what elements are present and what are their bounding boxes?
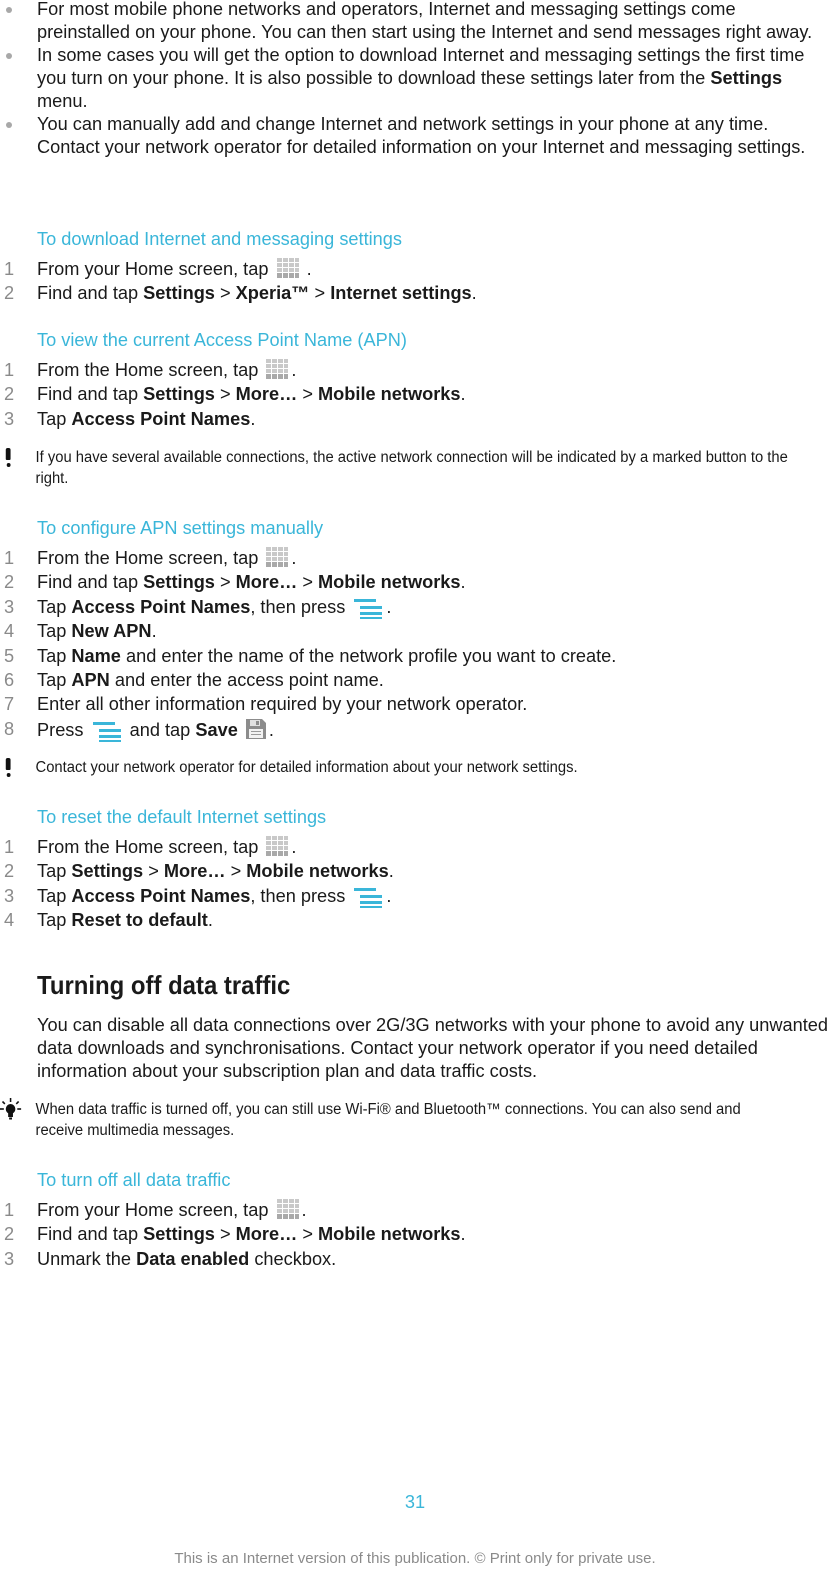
bullet-dot-icon	[6, 7, 12, 13]
step-item: 1 From the Home screen, tap .	[4, 835, 297, 857]
step-item: 5 Tap Name and enter the name of the netw…	[4, 645, 617, 666]
step-item: 6 Tap APN and enter the access point name…	[4, 670, 384, 691]
section-title: To download Internet and messaging setti…	[37, 229, 402, 249]
section-title: To reset the default Internet settings	[37, 807, 327, 827]
configure-apn-section: To configure APN settings manually 1 From…	[0, 516, 830, 742]
section-title: To turn off all data traffic	[37, 1170, 231, 1190]
step-item: 2 Tap Settings > More… > Mobile networks.	[4, 861, 394, 882]
menu-icon	[352, 886, 384, 908]
apps-grid-icon	[276, 257, 300, 279]
reset-settings-section: To reset the default Internet settings 1…	[0, 805, 830, 933]
bullet-item: You can manually add and change Internet…	[0, 113, 830, 159]
exclamation-icon	[5, 448, 12, 468]
apps-grid-icon	[265, 358, 289, 380]
exclamation-icon	[5, 758, 12, 778]
menu-icon	[91, 720, 123, 742]
step-item: 3 Tap Access Point Names, then press .	[4, 885, 392, 908]
step-item: 1 From the Home screen, tap .	[4, 358, 297, 380]
step-item: 2 Find and tap Settings > More… > Mobile …	[4, 384, 466, 405]
tip-note: When data traffic is turned off, you can…	[0, 1098, 797, 1141]
step-item: 2 Find and tap Settings > More… > Mobile …	[4, 572, 466, 593]
step-item: 3 Tap Access Point Names.	[4, 408, 256, 429]
footer-notice: This is an Internet version of this publ…	[174, 1550, 656, 1567]
page-number: 31	[404, 1492, 426, 1512]
download-settings-section: To download Internet and messaging setti…	[0, 227, 830, 306]
view-apn-section: To view the current Access Point Name (A…	[0, 328, 830, 431]
step-item: 2 Find and tap Settings > Xperia™ > Inter…	[4, 283, 477, 304]
lightbulb-tip-icon	[0, 1098, 22, 1120]
step-item: 1 From your Home screen, tap .	[4, 1198, 307, 1220]
bullet-dot-icon	[6, 53, 12, 59]
bullet-item: For most mobile phone networks and opera…	[0, 0, 830, 44]
step-item: 8 Press and tap Save .	[4, 717, 274, 742]
warning-note: Contact your network operator for detail…	[0, 757, 797, 778]
save-icon	[244, 717, 268, 741]
step-item: 4 Tap New APN.	[4, 621, 157, 642]
step-item: 1 From the Home screen, tap .	[4, 546, 297, 568]
apps-grid-icon	[265, 835, 289, 857]
apps-grid-icon	[265, 546, 289, 568]
bullet-item: In some cases you will get the option to…	[0, 44, 830, 113]
section-title: To view the current Access Point Name (A…	[37, 330, 407, 350]
step-item: 1 From your Home screen, tap .	[4, 257, 312, 279]
turn-off-data-section: To turn off all data traffic 1 From your …	[0, 1168, 830, 1271]
warning-note: If you have several available connection…	[0, 447, 797, 489]
data-traffic-paragraph: You can disable all data connections ove…	[37, 1015, 828, 1081]
step-item: 4 Tap Reset to default.	[4, 910, 213, 931]
section-heading: Turning off data traffic	[37, 970, 291, 1000]
section-title: To configure APN settings manually	[37, 518, 324, 538]
apps-grid-icon	[276, 1198, 300, 1220]
step-item: 7 Enter all other information required by…	[4, 694, 528, 715]
step-item: 3 Tap Access Point Names, then press .	[4, 596, 392, 619]
bullet-dot-icon	[6, 122, 12, 128]
step-item: 2 Find and tap Settings > More… > Mobile …	[4, 1224, 466, 1245]
intro-bullet-list: For most mobile phone networks and opera…	[0, 0, 830, 159]
menu-icon	[352, 597, 384, 619]
step-item: 3 Unmark the Data enabled checkbox.	[4, 1248, 337, 1269]
